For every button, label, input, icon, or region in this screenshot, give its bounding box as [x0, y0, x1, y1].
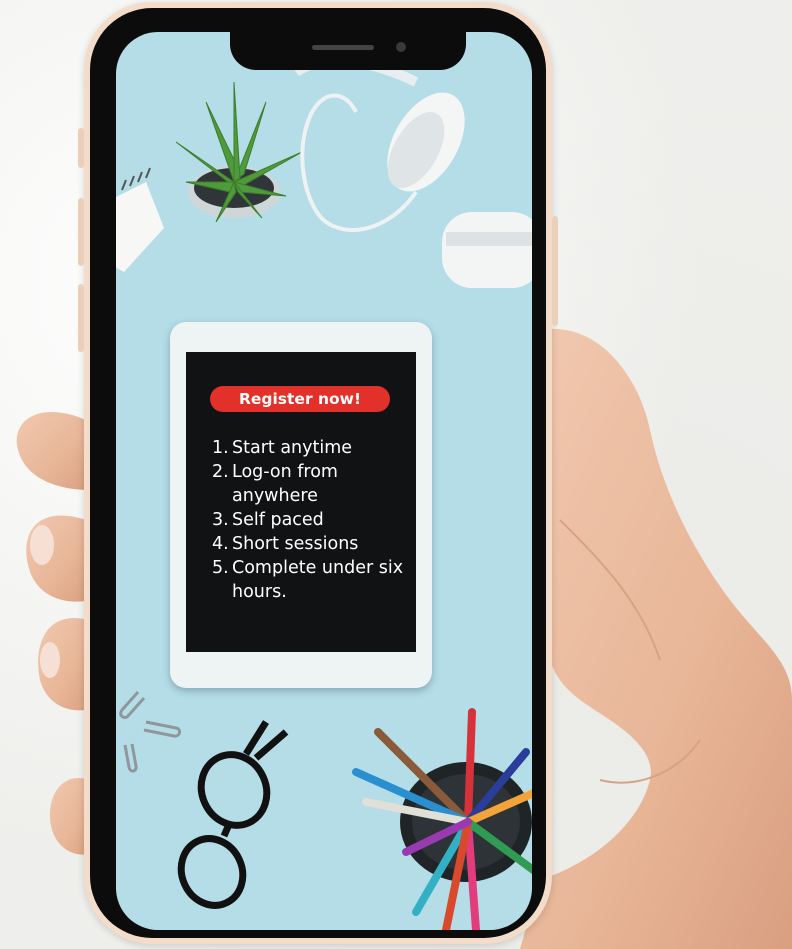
list-item-text: Self paced: [232, 510, 324, 530]
list-item-text: Log-on from anywhere: [232, 462, 338, 506]
pencil-cup-icon: [352, 708, 532, 930]
tablet-screen: Register now! 1. Start anytime 2. Log-on f…: [186, 352, 416, 652]
speaker-icon: [312, 45, 374, 50]
list-item-text: Complete under six hours.: [232, 558, 404, 602]
tablet: Register now! 1. Start anytime 2. Log-on f…: [170, 322, 432, 688]
list-item: 5. Complete under six hours.: [212, 556, 412, 604]
phone-frame: Register now! 1. Start anytime 2. Log-on f…: [78, 2, 558, 944]
phone-screen: Register now! 1. Start anytime 2. Log-on f…: [116, 32, 532, 930]
phone-notch: [230, 32, 466, 70]
list-item: 2. Log-on from anywhere: [212, 460, 412, 508]
notepad-icon: [116, 167, 164, 272]
camera-icon: [396, 42, 406, 52]
phone-volume-up-button: [78, 198, 84, 266]
headphones-icon: [293, 56, 532, 288]
plant-icon: [175, 81, 303, 223]
list-item-text: Short sessions: [232, 534, 359, 554]
phone-volume-down-button: [78, 284, 84, 352]
phone-power-button: [552, 216, 558, 326]
register-now-badge[interactable]: Register now!: [210, 386, 390, 412]
list-item-number: 1.: [212, 438, 229, 458]
phone-side-button: [78, 128, 84, 168]
list-item-number: 5.: [212, 558, 229, 578]
benefits-list: 1. Start anytime 2. Log-on from anywhere 3…: [212, 436, 412, 604]
list-item-number: 2.: [212, 462, 229, 482]
phone-bezel: Register now! 1. Start anytime 2. Log-on f…: [90, 8, 546, 938]
list-item-number: 3.: [212, 510, 229, 530]
paperclip-icon: [119, 691, 182, 773]
list-item: 1. Start anytime: [212, 436, 412, 460]
list-item-number: 4.: [212, 534, 229, 554]
list-item: 4. Short sessions: [212, 532, 412, 556]
list-item: 3. Self paced: [212, 508, 412, 532]
list-item-text: Start anytime: [232, 438, 353, 458]
eyeglasses-icon: [177, 720, 289, 909]
